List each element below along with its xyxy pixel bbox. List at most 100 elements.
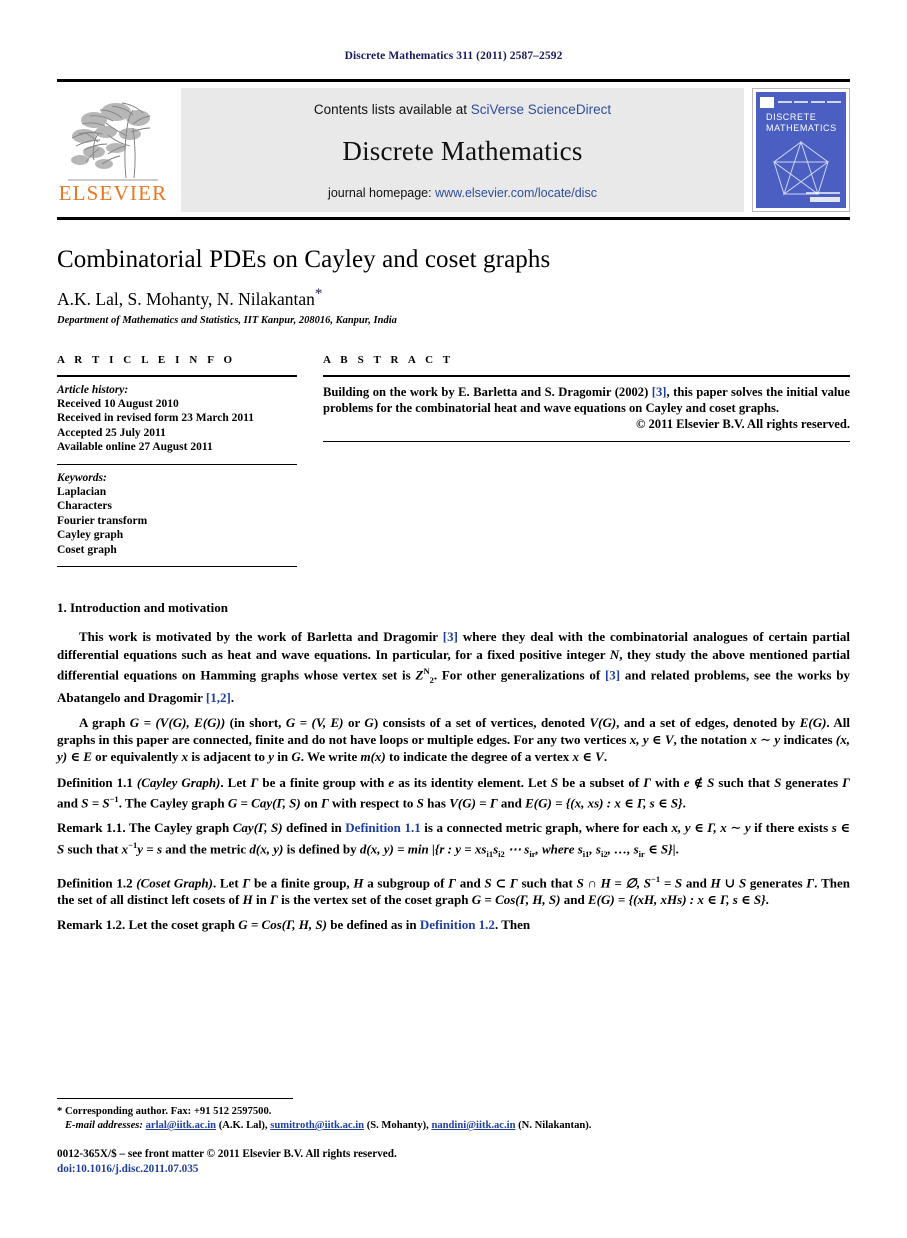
- remark-1-1-definition-xref[interactable]: Definition 1.1: [345, 820, 420, 835]
- contents-prefix: Contents lists available at: [313, 102, 471, 117]
- d11-t8: and: [57, 795, 82, 811]
- p1-citation-3[interactable]: [1,2]: [206, 690, 231, 705]
- page-footer: * Corresponding author. Fax: +91 512 259…: [57, 1098, 850, 1176]
- paper-page: Discrete Mathematics 311 (2011) 2587–259…: [0, 0, 907, 1238]
- p2-m7: x ∼ y: [750, 732, 781, 748]
- running-head: Discrete Mathematics 311 (2011) 2587–259…: [344, 50, 563, 62]
- email-link-mohanty[interactable]: sumitroth@iitk.ac.in: [270, 1120, 364, 1131]
- author-list: A.K. Lal, S. Mohanty, N. Nilakantan*: [57, 286, 850, 310]
- author-names: A.K. Lal, S. Mohanty, N. Nilakantan: [57, 288, 315, 309]
- article-info-rule-bottom: [57, 566, 297, 568]
- r11-m2: x, y ∈ Γ, x ∼ y: [671, 820, 751, 836]
- d11-t14: .: [682, 795, 686, 811]
- d12-t3: a subgroup of: [363, 875, 449, 891]
- p1-seg6: .: [230, 689, 235, 705]
- page-title: Combinatorial PDEs on Cayley and coset g…: [57, 246, 551, 273]
- r11-t3: is a connected metric graph, where for e…: [420, 820, 672, 836]
- history-received: Received 10 August 2010: [57, 397, 179, 410]
- r11-m1: Cay(Γ, S): [232, 820, 283, 836]
- d12-g8: H: [242, 892, 253, 908]
- r11-m6d: , where s: [535, 840, 583, 856]
- d12-t6: and: [682, 875, 711, 891]
- p2-seg10: is adjacent to: [188, 749, 269, 765]
- p2-m2: G = (V, E): [285, 715, 344, 731]
- r11-t6: and the metric: [162, 840, 250, 856]
- r11-m6e: , s: [589, 840, 601, 856]
- abstract-column: A B S T R A C T Building on the work by …: [323, 354, 850, 575]
- abstract-text: Building on the work by E. Barletta and …: [323, 384, 850, 417]
- cover-elsevier-mark-icon: [760, 96, 774, 108]
- r11-m6f: , …, s: [607, 840, 639, 856]
- cover-journal-title: DISCRETE MATHEMATICS: [766, 112, 837, 133]
- issn-block: 0012-365X/$ – see front matter © 2011 El…: [57, 1147, 850, 1176]
- p2-m12: m(x): [360, 749, 386, 765]
- d11-g9: G = Cay(Γ, S): [227, 795, 301, 811]
- footnote-rule: [57, 1098, 293, 1099]
- p2-m5: E(G): [799, 715, 827, 731]
- d12-t7: generates: [746, 875, 807, 891]
- copyright-line: © 2011 Elsevier B.V. All rights reserved…: [635, 416, 850, 431]
- d12-g2: H: [353, 875, 364, 891]
- elsevier-wordmark: ELSEVIER: [58, 181, 168, 205]
- email-link-lal[interactable]: arlal@iitk.ac.in: [146, 1120, 216, 1131]
- doi-link[interactable]: doi:10.1016/j.disc.2011.07.035: [57, 1162, 850, 1177]
- p2-seg8: indicates: [780, 732, 836, 748]
- p1-citation-2[interactable]: [3]: [605, 667, 620, 682]
- d12-t11: and: [560, 892, 588, 908]
- email-person-lal: (A.K. Lal),: [216, 1120, 271, 1131]
- d11-g3: S: [550, 774, 559, 790]
- email-person-nilakantan: (N. Nilakantan).: [515, 1120, 592, 1131]
- article-history-label: Article history:: [57, 383, 129, 396]
- elsevier-logo: ELSEVIER: [57, 88, 169, 212]
- d11-g4: Γ: [643, 774, 652, 790]
- cover-topbar: [760, 96, 842, 108]
- definition-1-2: Definition 1.2 (Coset Graph). Let Γ be a…: [57, 871, 850, 909]
- d12-t1: . Let: [212, 875, 243, 891]
- d11-t7: generates: [781, 774, 843, 790]
- remark-1-2: Remark 1.2. Let the coset graph G = Cos(…: [57, 916, 850, 933]
- masthead-bottom-rule: [57, 217, 850, 220]
- definition-1-2-head: Definition 1.2: [57, 875, 133, 891]
- affiliation: Department of Mathematics and Statistics…: [57, 314, 397, 326]
- r11-m6g: ∈ S}|: [644, 840, 676, 856]
- sciencedirect-link[interactable]: SciVerse ScienceDirect: [471, 102, 611, 117]
- d11-g5: e ∉ S: [683, 774, 715, 790]
- article-info-rule-top: [57, 374, 297, 377]
- d12-g9: Γ: [270, 892, 278, 908]
- abstract-label: A B S T R A C T: [323, 353, 454, 366]
- p2-seg9: or equivalently: [91, 749, 182, 765]
- d11-g8-sup: −1: [109, 793, 119, 804]
- keywords-label: Keywords:: [57, 471, 107, 484]
- keyword-item: Fourier transform: [57, 514, 148, 527]
- section-heading-introduction: 1. Introduction and motivation: [57, 600, 850, 616]
- d12-g5b: = S: [660, 875, 683, 891]
- r12-t1: . Let the coset graph: [122, 917, 239, 933]
- r11-m6c: ⋯ s: [504, 840, 530, 856]
- email-person-mohanty: (S. Mohanty),: [364, 1120, 432, 1131]
- p1-var-n: N: [609, 646, 620, 662]
- email-link-nilakantan[interactable]: nandini@iitk.ac.in: [431, 1120, 515, 1131]
- r11-t5: such that: [64, 840, 122, 856]
- abstract-citation[interactable]: [3]: [652, 385, 667, 399]
- section-title: Introduction and motivation: [70, 600, 228, 616]
- abstract-seg1: Building on the work by E. Barletta and …: [323, 384, 652, 399]
- keyword-item: Coset graph: [57, 543, 117, 556]
- d11-t9: . The Cayley graph: [118, 795, 228, 811]
- d11-t3: as its identity element. Let: [394, 774, 551, 790]
- r11-t1: . The Cayley graph: [122, 820, 233, 836]
- r11-m6-sub2: i2: [498, 848, 505, 859]
- d12-g3: Γ: [448, 875, 457, 891]
- r12-t2: be defined as in: [326, 917, 420, 933]
- body-column: 1. Introduction and motivation This work…: [57, 600, 850, 933]
- p2-seg11: in: [274, 749, 292, 765]
- p1-citation-1[interactable]: [3]: [443, 629, 458, 644]
- article-info-rule-mid: [57, 463, 297, 465]
- corresponding-author-note: * Corresponding author. Fax: +91 512 259…: [57, 1106, 272, 1117]
- remark-1-2-definition-xref[interactable]: Definition 1.2: [420, 917, 495, 932]
- r11-t2: defined in: [282, 820, 346, 836]
- history-accepted: Accepted 25 July 2011: [57, 426, 166, 439]
- journal-homepage-link[interactable]: www.elsevier.com/locate/disc: [435, 186, 597, 200]
- p2-seg12: . We write: [300, 749, 361, 765]
- d11-g13: E(G) = {(x, xs) : x ∈ Γ, s ∈ S}: [525, 795, 683, 811]
- p2-seg1: A graph: [79, 715, 130, 731]
